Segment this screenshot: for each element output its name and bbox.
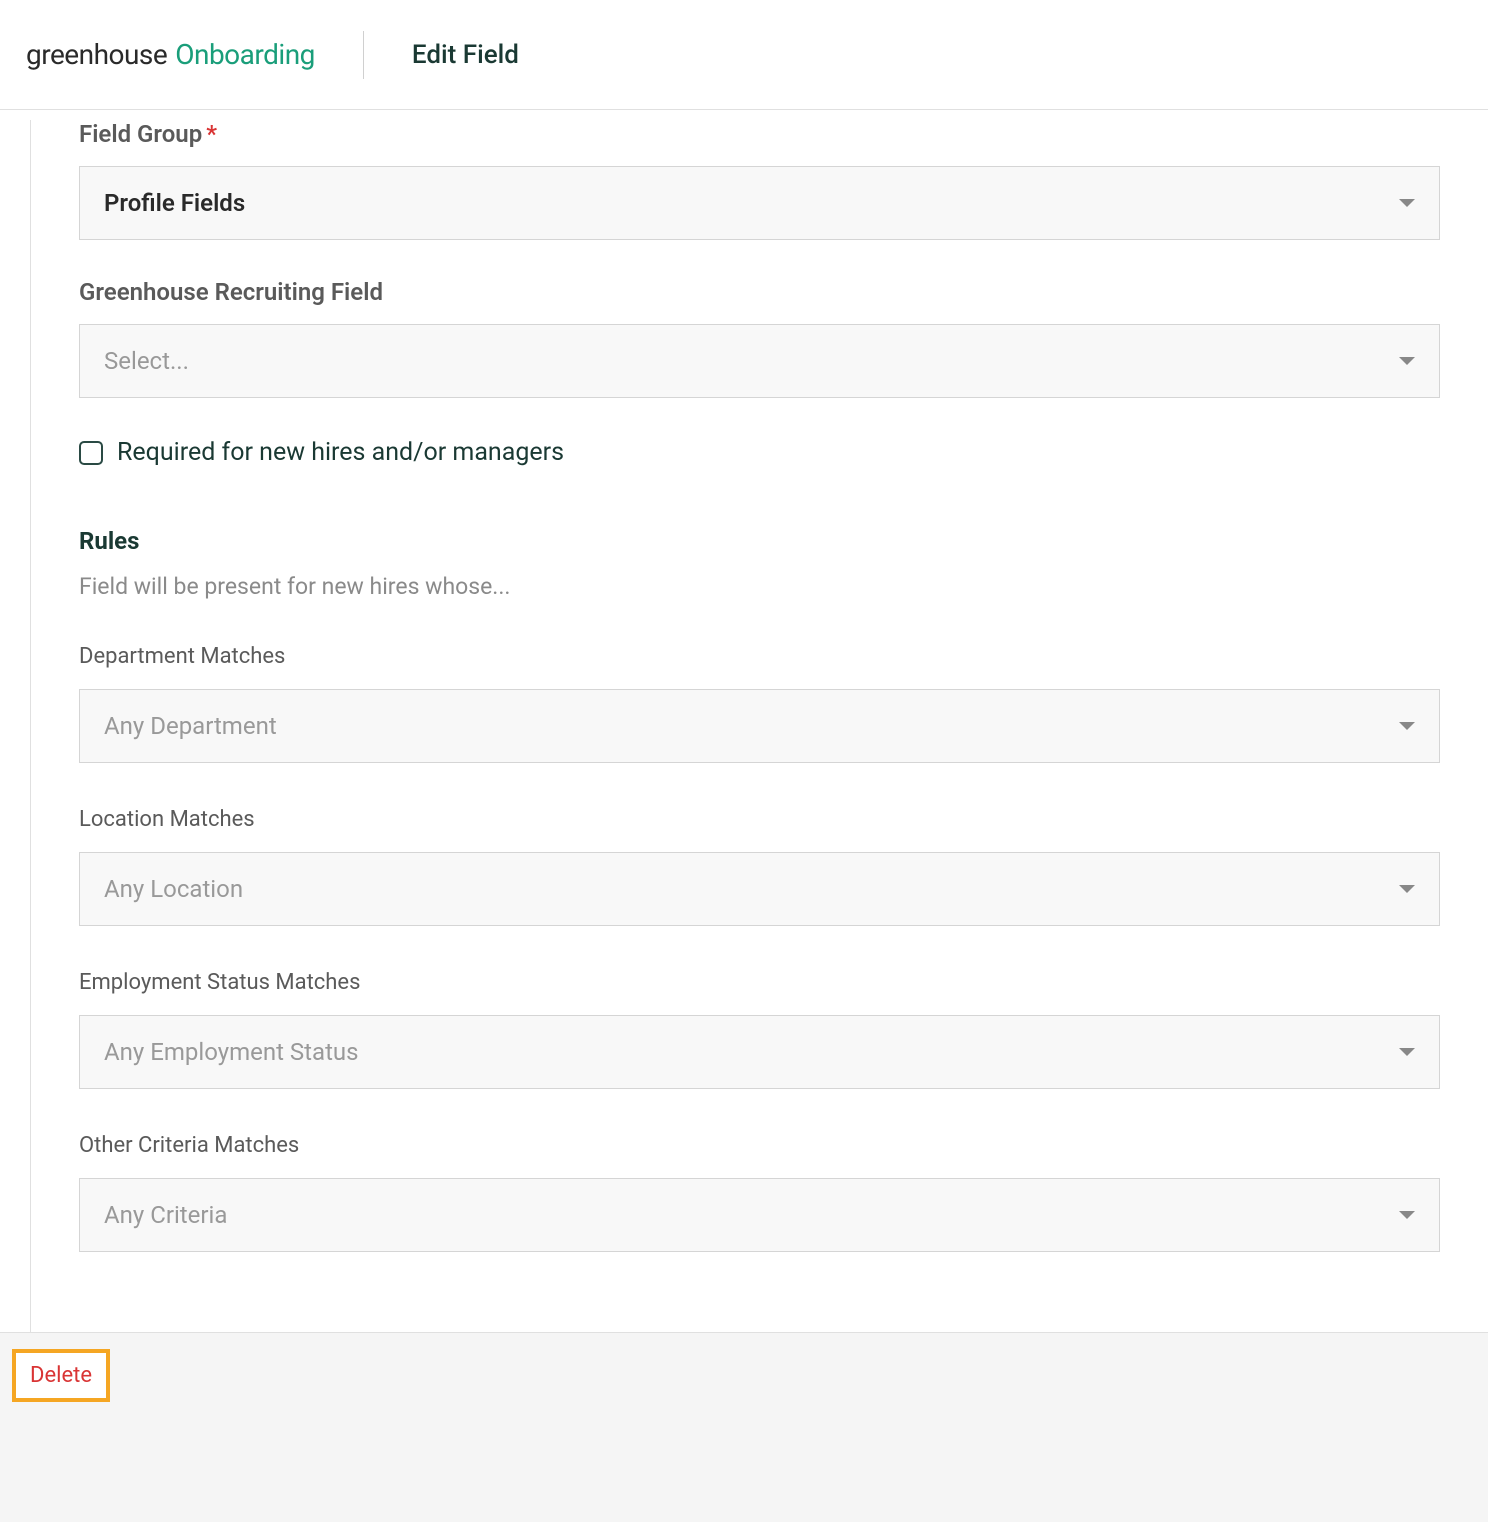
employment-status-matches-select[interactable]: Any Employment Status bbox=[79, 1015, 1440, 1089]
chevron-down-icon bbox=[1399, 1211, 1415, 1219]
other-criteria-matches-select[interactable]: Any Criteria bbox=[79, 1178, 1440, 1252]
page-title: Edit Field bbox=[412, 40, 519, 70]
other-criteria-matches-label: Other Criteria Matches bbox=[79, 1133, 1440, 1158]
required-checkbox-row: Required for new hires and/or managers bbox=[79, 438, 1440, 467]
location-matches-label: Location Matches bbox=[79, 807, 1440, 832]
recruiting-field-placeholder: Select... bbox=[104, 347, 189, 375]
logo: greenhouse Onboarding bbox=[26, 38, 315, 71]
required-indicator: * bbox=[206, 120, 217, 148]
rules-heading: Rules bbox=[79, 527, 1440, 555]
field-group-label: Field Group* bbox=[79, 120, 1440, 148]
field-group-section: Field Group* Profile Fields bbox=[79, 120, 1440, 240]
rules-subtext: Field will be present for new hires whos… bbox=[79, 573, 1440, 600]
recruiting-field-select[interactable]: Select... bbox=[79, 324, 1440, 398]
location-matches-select[interactable]: Any Location bbox=[79, 852, 1440, 926]
required-checkbox[interactable] bbox=[79, 441, 103, 465]
other-criteria-matches-placeholder: Any Criteria bbox=[104, 1201, 227, 1229]
chevron-down-icon bbox=[1399, 199, 1415, 207]
chevron-down-icon bbox=[1399, 1048, 1415, 1056]
logo-primary: greenhouse bbox=[26, 38, 167, 71]
chevron-down-icon bbox=[1399, 722, 1415, 730]
field-group-select[interactable]: Profile Fields bbox=[79, 166, 1440, 240]
logo-secondary: Onboarding bbox=[175, 38, 315, 71]
employment-status-matches-label: Employment Status Matches bbox=[79, 970, 1440, 995]
footer: Delete bbox=[0, 1332, 1488, 1522]
delete-button[interactable]: Delete bbox=[12, 1349, 110, 1402]
recruiting-field-section: Greenhouse Recruiting Field Select... bbox=[79, 278, 1440, 398]
department-matches-label: Department Matches bbox=[79, 644, 1440, 669]
employment-status-matches-placeholder: Any Employment Status bbox=[104, 1038, 359, 1066]
required-checkbox-label: Required for new hires and/or managers bbox=[117, 438, 564, 467]
location-matches-placeholder: Any Location bbox=[104, 875, 243, 903]
form-content: Field Group* Profile Fields Greenhouse R… bbox=[30, 120, 1488, 1332]
header-divider bbox=[363, 31, 364, 79]
chevron-down-icon bbox=[1399, 357, 1415, 365]
chevron-down-icon bbox=[1399, 885, 1415, 893]
recruiting-field-label: Greenhouse Recruiting Field bbox=[79, 278, 1440, 306]
department-matches-select[interactable]: Any Department bbox=[79, 689, 1440, 763]
field-group-value: Profile Fields bbox=[104, 189, 245, 217]
app-header: greenhouse Onboarding Edit Field bbox=[0, 0, 1488, 110]
department-matches-placeholder: Any Department bbox=[104, 712, 277, 740]
field-group-label-text: Field Group bbox=[79, 120, 202, 148]
